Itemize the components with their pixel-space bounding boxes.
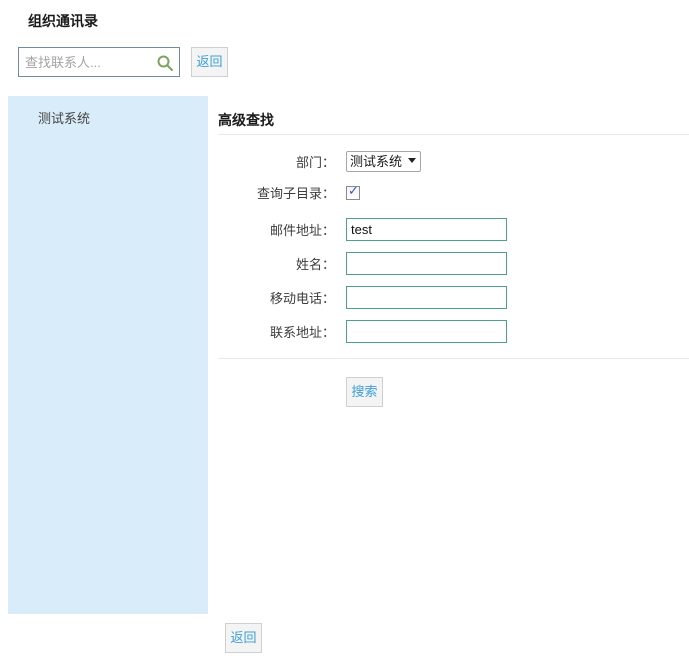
sidebar: 测试系统 [8,96,208,614]
form-row-mobile: 移动电话： [218,286,507,309]
form-row-name: 姓名： [218,252,507,275]
department-select-wrap: 测试系统 [346,151,421,172]
main-panel: 高级查找 [218,105,689,130]
form-row-address: 联系地址： [218,320,507,343]
mobile-field[interactable] [346,286,507,309]
back-button-top[interactable]: 返回 [191,47,228,77]
email-label: 邮件地址： [218,220,335,239]
address-label: 联系地址： [218,322,335,341]
form-row-department: 部门： 测试系统 [218,151,421,172]
back-button-bottom[interactable]: 返回 [225,623,262,653]
checkmark-icon: ✓ [348,184,359,198]
mobile-label: 移动电话： [218,288,335,307]
form-row-email: 邮件地址： [218,218,507,241]
search-input[interactable] [19,48,179,76]
search-button[interactable]: 搜索 [346,377,383,407]
name-field[interactable] [346,252,507,275]
form-divider [218,358,689,359]
search-icon[interactable] [156,54,174,72]
sidebar-item-test-system[interactable]: 测试系统 [8,96,208,127]
form-row-subdirectory: 查询子目录： ✓ [218,183,360,202]
heading-divider [218,134,689,135]
subdirectory-label: 查询子目录： [218,183,335,202]
department-label: 部门： [218,152,335,171]
subdirectory-checkbox[interactable]: ✓ [346,186,360,200]
advanced-search-heading: 高级查找 [218,110,689,130]
search-input-wrap [18,47,180,77]
department-select[interactable]: 测试系统 [346,151,421,172]
page-title: 组织通讯录 [28,11,98,31]
name-label: 姓名： [218,254,335,273]
address-field[interactable] [346,320,507,343]
email-field[interactable] [346,218,507,241]
